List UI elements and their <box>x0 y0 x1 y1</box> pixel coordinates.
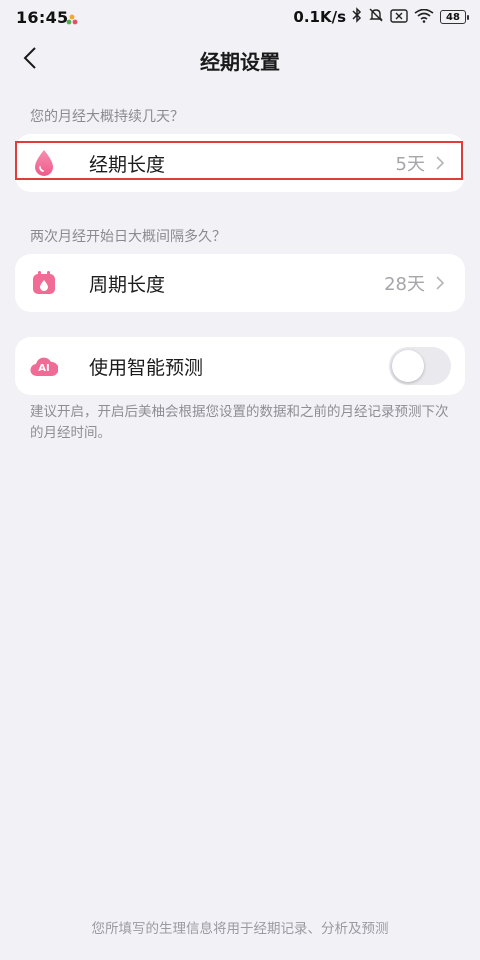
cycle-length-hint: 两次月经开始日大概间隔多久？ <box>30 229 226 245</box>
status-indicators: 0.1K/s 48 <box>293 7 469 27</box>
page-title: 经期设置 <box>200 50 280 74</box>
ai-icon-text: AI <box>38 362 50 374</box>
period-length-row[interactable]: 经期长度 5天 <box>15 134 465 192</box>
wifi-icon <box>414 8 434 27</box>
navigation-bar: 经期设置 <box>0 34 480 86</box>
smart-predict-label: 使用智能预测 <box>89 356 204 379</box>
smart-predict-row: AI 使用智能预测 <box>15 337 465 395</box>
battery-icon: 48 <box>440 10 469 24</box>
period-length-label: 经期长度 <box>89 153 166 176</box>
app-notification-icon <box>66 11 78 25</box>
chevron-right-icon <box>435 274 447 292</box>
period-length-value: 5天 <box>395 154 425 175</box>
cycle-length-value: 28天 <box>384 274 425 295</box>
sim-off-icon <box>390 8 408 27</box>
network-speed: 0.1K/s <box>293 8 346 26</box>
period-length-hint: 您的月经大概持续几天？ <box>30 109 184 125</box>
toggle-knob <box>392 350 424 382</box>
privacy-footer: 您所填写的生理信息将用于经期记录、分析及预测 <box>91 921 389 937</box>
status-bar: 16:45 0.1K/s 48 <box>0 0 480 34</box>
bluetooth-icon <box>352 7 362 27</box>
calendar-icon <box>31 270 57 296</box>
chevron-right-icon <box>435 154 447 172</box>
smart-predict-card: AI 使用智能预测 <box>15 337 465 395</box>
mute-icon <box>368 7 384 27</box>
ai-cloud-icon: AI <box>30 353 58 379</box>
cycle-length-row[interactable]: 周期长度 28天 <box>15 254 465 312</box>
cycle-length-card: 周期长度 28天 <box>15 254 465 312</box>
status-time: 16:45 <box>16 8 69 27</box>
drop-icon <box>31 150 57 176</box>
period-length-card: 经期长度 5天 <box>15 134 465 192</box>
smart-predict-toggle[interactable] <box>389 347 451 385</box>
smart-predict-note: 建议开启，开启后美柚会根据您设置的数据和之前的月经记录预测下次的月经时间。 <box>30 404 449 441</box>
cycle-length-label: 周期长度 <box>89 273 166 296</box>
battery-level: 48 <box>446 11 460 23</box>
